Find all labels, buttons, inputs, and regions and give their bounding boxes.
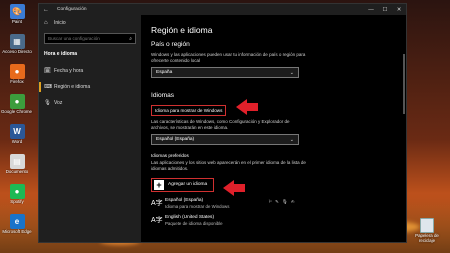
language-subtitle: Paquete de idioma disponible xyxy=(165,220,223,226)
home-icon: ⌂ xyxy=(44,19,48,26)
scrollbar[interactable] xyxy=(403,54,405,114)
language-icon: ⌨ xyxy=(44,84,52,90)
desktop-shortcut[interactable]: ● Spotify xyxy=(2,184,32,212)
nav-item-label: Voz xyxy=(54,100,63,106)
search-box[interactable]: ⌕ xyxy=(44,33,136,44)
title-bar: ← Configuración — ☐ ✕ xyxy=(39,4,406,15)
desktop-shortcut-label: Acceso Directo xyxy=(2,49,32,54)
nav-section-title: Hora e idioma xyxy=(44,51,78,57)
nav-item-fecha-hora[interactable]: 🗓 Fecha y hora xyxy=(44,63,136,79)
language-glyph-icon: A字 xyxy=(151,216,163,224)
desktop-shortcut[interactable]: ▤ Documento xyxy=(2,154,32,182)
region-dropdown[interactable]: España ⌄ xyxy=(151,67,299,79)
language-item-en[interactable]: A字 English (United States) Paquete de id… xyxy=(151,215,396,226)
window-title: Configuración xyxy=(57,7,87,12)
desktop-shortcut[interactable]: ▦ Acceso Directo xyxy=(2,34,32,62)
desktop-shortcut[interactable]: e Microsoft Edge xyxy=(2,214,32,242)
language-name: English (United States) xyxy=(165,214,215,220)
desktop-shortcut[interactable]: ●Google Chrome radios xyxy=(1,94,33,122)
languages-heading: Idiomas xyxy=(151,92,175,100)
recycle-bin-icon xyxy=(420,218,434,233)
language-subtitle: Idioma para mostrar de Windows xyxy=(165,203,230,209)
chevron-down-icon: ⌄ xyxy=(289,69,294,76)
display-language-label: Idioma para mostrar de Windows xyxy=(155,108,223,114)
acceso-directo-icon: ▦ xyxy=(9,34,25,49)
desktop-shortcut[interactable]: W Word xyxy=(2,124,32,152)
region-heading: País o región xyxy=(151,41,190,48)
language-features-icons: ⚐ ✎ 🎙 ✍ xyxy=(268,198,296,204)
maximize-button[interactable]: ☐ xyxy=(378,7,392,13)
plus-icon: + xyxy=(154,179,164,190)
display-language-description: Las características de Windows, como Con… xyxy=(151,119,290,130)
desktop-shortcut-label: Google Chrome radios xyxy=(1,109,33,114)
word-icon: W xyxy=(9,124,25,139)
region-description: Windows y las aplicaciones pueden usar t… xyxy=(151,52,306,63)
display-language-value: Español (España) xyxy=(156,137,195,143)
calendar-clock-icon: 🗓 xyxy=(44,68,51,74)
nav-home[interactable]: ⌂ Inicio xyxy=(44,15,136,30)
display-language-dropdown[interactable]: Español (España) ⌄ xyxy=(151,134,299,146)
nav-item-label: Región e idioma xyxy=(54,84,91,90)
desktop-shortcut-label: Documento xyxy=(5,169,29,174)
preferred-description: Las aplicaciones y los sitios web aparec… xyxy=(151,160,306,171)
microphone-icon: 🎙 xyxy=(44,100,51,106)
firefox-icon: ● xyxy=(9,64,25,79)
nav-item-region-idioma[interactable]: ⌨ Región e idioma xyxy=(39,79,136,95)
desktop-shortcut[interactable]: ● Firefox xyxy=(2,64,32,92)
add-language-label: Agregar un idioma xyxy=(168,182,208,188)
add-language-button[interactable]: + Agregar un idioma xyxy=(151,177,214,192)
spotify-icon: ● xyxy=(9,184,25,199)
desktop-shortcut-label: Paint xyxy=(11,19,22,24)
language-name: Español (España) xyxy=(165,197,204,203)
minimize-button[interactable]: — xyxy=(364,7,378,13)
recycle-bin[interactable]: Papelera de reciclaje xyxy=(414,218,440,243)
chevron-down-icon: ⌄ xyxy=(289,136,294,143)
desktop-shortcut[interactable]: 🎨 Paint xyxy=(2,4,32,32)
settings-window: ← Configuración — ☐ ✕ ⌂ Inicio ⌕ Hora e … xyxy=(38,3,407,243)
recycle-bin-label: Papelera de reciclaje xyxy=(415,233,439,243)
nav-item-voz[interactable]: 🎙 Voz xyxy=(44,95,136,111)
back-arrow-icon[interactable]: ← xyxy=(39,7,53,13)
settings-nav: ⌂ Inicio ⌕ Hora e idioma 🗓 Fecha y hora … xyxy=(39,15,141,242)
region-value: España xyxy=(156,70,173,76)
settings-content: Región e idioma País o región Windows y … xyxy=(151,15,406,242)
close-button[interactable]: ✕ xyxy=(392,7,406,13)
desktop-shortcut-label: Spotify xyxy=(10,199,24,204)
nav-home-label: Inicio xyxy=(54,19,66,26)
microsoft-edge-icon: e xyxy=(9,214,25,229)
display-language-highlight: Idioma para mostrar de Windows xyxy=(151,105,227,117)
language-item-es[interactable]: A字 Español (España) Idioma para mostrar … xyxy=(151,198,396,209)
search-icon[interactable]: ⌕ xyxy=(129,36,132,42)
preferred-heading: Idiomas preferidos xyxy=(151,153,189,159)
page-title: Región e idioma xyxy=(151,25,213,35)
desktop-shortcut-label: Word xyxy=(11,139,23,144)
chrome-icon: ● xyxy=(9,94,25,109)
search-input[interactable] xyxy=(48,36,128,41)
desktop-shortcut-label: Firefox xyxy=(10,79,24,84)
document-icon: ▤ xyxy=(9,154,25,169)
language-glyph-icon: A字 xyxy=(151,199,163,207)
nav-item-label: Fecha y hora xyxy=(54,68,84,74)
desktop-shortcut-label: Microsoft Edge xyxy=(2,229,32,234)
paint-app-icon: 🎨 xyxy=(9,4,25,19)
desktop-icons: 🎨 Paint ▦ Acceso Directo ● Firefox ● Google Chr… xyxy=(1,4,33,244)
